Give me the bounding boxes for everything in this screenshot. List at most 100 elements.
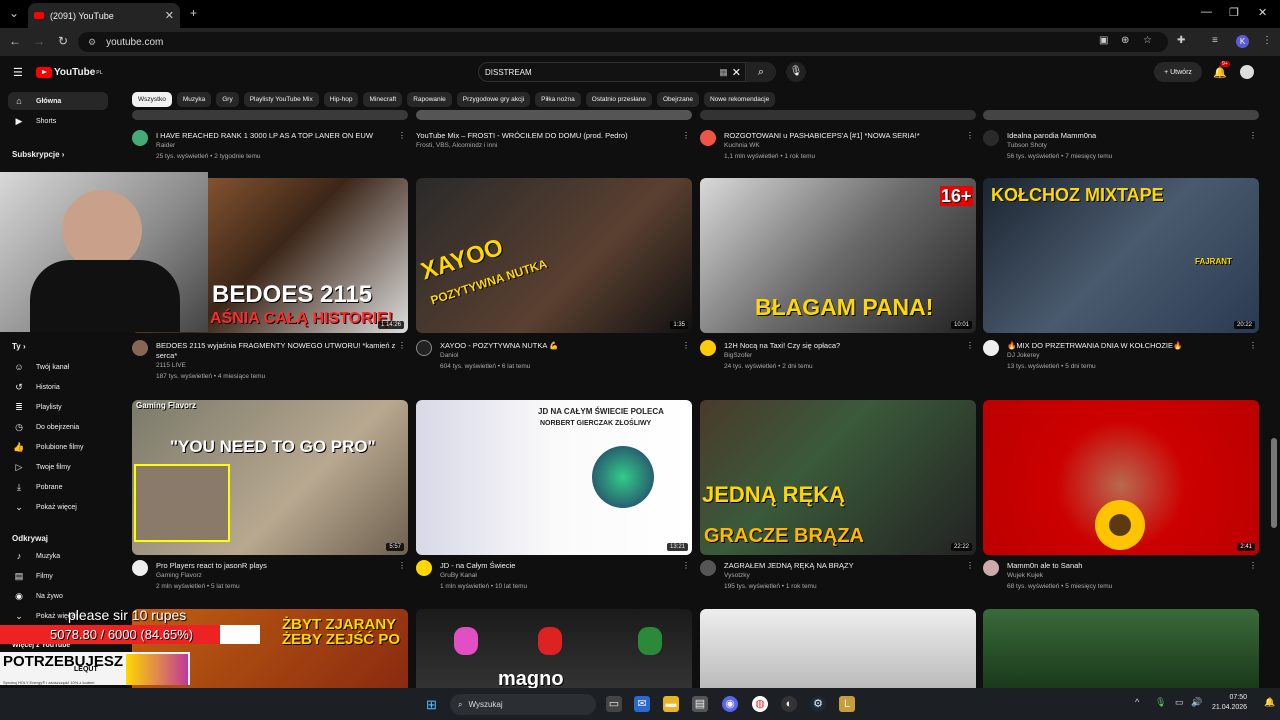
video-title[interactable]: Idealna parodia Mamm0na [1007, 131, 1247, 141]
more-actions-icon[interactable]: ⋮ [682, 561, 690, 570]
search-input[interactable]: DISSTREAM ▦ ✕ [478, 62, 746, 82]
zoom-icon[interactable]: ⊕ [1121, 35, 1129, 46]
video-title[interactable]: YouTube Mix – FROSTI - WRÓCIŁEM DO DOMU … [416, 131, 656, 141]
microphone-tray-icon[interactable]: 🎙 [1155, 697, 1166, 708]
store-icon[interactable]: ▤ [692, 696, 708, 712]
keyboard-icon[interactable]: ▦ [719, 67, 728, 78]
create-button[interactable]: + Utwórz [1154, 62, 1202, 82]
chip[interactable]: Muzyka [176, 92, 212, 107]
channel-name[interactable]: Gaming Flavorz [156, 572, 202, 579]
more-actions-icon[interactable]: ⋮ [1249, 341, 1257, 350]
tray-chevron-icon[interactable]: ^ [1135, 697, 1139, 707]
discord-icon[interactable]: ◉ [722, 696, 738, 712]
close-window-icon[interactable]: ✕ [1258, 6, 1267, 19]
chip[interactable]: Hip-hop [323, 92, 359, 107]
video-thumbnail[interactable]: JEDNĄ RĘKĄ GRACZE BRĄZA 22:22 [700, 400, 976, 555]
voice-search-button[interactable]: 🎙 [786, 62, 806, 82]
task-view-icon[interactable]: ▭ [606, 696, 622, 712]
video-card[interactable] [983, 609, 1259, 688]
channel-avatar[interactable] [700, 340, 716, 356]
chip[interactable]: Przygodowe gry akcji [456, 92, 531, 107]
video-thumbnail[interactable] [983, 110, 1259, 120]
chip[interactable]: Minecraft [363, 92, 403, 107]
minimize-icon[interactable]: — [1201, 6, 1212, 18]
more-actions-icon[interactable]: ⋮ [1249, 131, 1257, 140]
menu-icon[interactable]: ☰ [13, 66, 23, 79]
video-thumbnail[interactable]: 2:41 [983, 400, 1259, 555]
video-card[interactable] [700, 609, 976, 688]
you-heading[interactable]: Ty › [12, 342, 26, 351]
sidebar-item-home[interactable]: ⌂ Główna [8, 92, 108, 110]
channel-avatar[interactable] [132, 340, 148, 356]
video-card[interactable]: KOŁCHOZ MIXTAPE FAJRANT 20:22 🔥MIX DO PR… [983, 178, 1259, 388]
league-client-icon[interactable]: L [839, 696, 855, 712]
sidebar-item-live[interactable]: ◉ Na żywo [8, 587, 108, 605]
video-title[interactable]: Mamm0n ale to Sanah [1007, 561, 1247, 571]
chip[interactable]: Rapowanie [407, 92, 452, 107]
chip[interactable]: Ostatnio przesłane [585, 92, 652, 107]
channel-name[interactable]: Raider [156, 142, 175, 149]
chrome-icon[interactable]: ◍ [752, 696, 768, 712]
channel-name[interactable]: Frosti, VBS, Alcomindz i inni [416, 142, 497, 149]
more-actions-icon[interactable]: ⋮ [966, 131, 974, 140]
channel-name[interactable]: GruBy Kanał [440, 572, 477, 579]
video-thumbnail[interactable] [132, 110, 408, 120]
channel-avatar[interactable] [700, 130, 716, 146]
tab-search-icon[interactable]: ⌄ [9, 6, 19, 20]
chip[interactable]: Obejrzane [656, 92, 699, 107]
video-card[interactable]: ROZGOTOWANI u PASHABICEPS'A [#1] *NOWA S… [700, 110, 976, 165]
video-thumbnail[interactable] [700, 110, 976, 120]
video-title[interactable]: 🔥MIX DO PRZETRWANIA DNIA W KOŁCHOZIE🔥 [1007, 341, 1247, 351]
chip[interactable]: Gry [216, 92, 239, 107]
bookmark-star-icon[interactable]: ☆ [1143, 35, 1152, 46]
video-card[interactable]: Idealna parodia Mamm0na Tubson Shoty 56 … [983, 110, 1259, 165]
video-title[interactable]: Pro Players react to jasonR plays [156, 561, 396, 571]
sidebar-item-history[interactable]: ↺ Historia [8, 378, 108, 396]
sidebar-item-liked[interactable]: 👍 Polubione filmy [8, 438, 108, 456]
video-card[interactable]: XAYOO POZYTYWNA NUTKA 1:35 XAYOO - POZYT… [416, 178, 692, 388]
new-tab-icon[interactable]: + [190, 6, 197, 20]
sidebar-item-playlists[interactable]: ≣ Playlisty [8, 398, 108, 416]
sidebar-item-shorts[interactable]: ▶ Shorts [8, 112, 108, 130]
video-card[interactable]: magno [416, 609, 692, 688]
chip-all[interactable]: Wszystko [132, 92, 172, 107]
app-icon[interactable]: ◐ [781, 696, 797, 712]
more-actions-icon[interactable]: ⋮ [398, 341, 406, 350]
reading-list-icon[interactable]: ≡ [1212, 35, 1218, 46]
channel-name[interactable]: BigSzofer [724, 352, 752, 359]
channel-name[interactable]: Daniol [440, 352, 458, 359]
video-thumbnail[interactable] [416, 110, 692, 120]
sidebar-item-music[interactable]: ♪ Muzyka [8, 547, 108, 565]
search-button[interactable]: ⌕ [746, 62, 776, 82]
windows-start-icon[interactable]: ⊞ [426, 697, 437, 713]
close-tab-icon[interactable]: ✕ [165, 9, 174, 22]
chip[interactable]: Piłka nożna [535, 92, 581, 107]
clear-search-icon[interactable]: ✕ [732, 66, 741, 79]
profile-avatar[interactable]: K [1236, 35, 1249, 48]
more-actions-icon[interactable]: ⋮ [1249, 561, 1257, 570]
video-thumbnail[interactable]: JD NA CAŁYM ŚWIECIE POLECA NORBERT GIERC… [416, 400, 692, 555]
channel-avatar[interactable] [416, 340, 432, 356]
video-title[interactable]: BEDOES 2115 wyjaśnia FRAGMENTY NOWEGO UT… [156, 341, 396, 361]
volume-icon[interactable]: 🔊 [1191, 697, 1202, 708]
sidebar-item-watch-later[interactable]: ◷ Do obejrzenia [8, 418, 108, 436]
channel-name[interactable]: Wujek Kujek [1007, 572, 1043, 579]
browser-tab[interactable]: (2091) YouTube ✕ [28, 3, 180, 28]
video-title[interactable]: I HAVE REACHED RANK 1 3000 LP AS A TOP L… [156, 131, 396, 141]
channel-avatar[interactable] [132, 130, 148, 146]
channel-avatar[interactable] [983, 340, 999, 356]
reload-icon[interactable]: ↻ [58, 34, 68, 48]
sidebar-item-your-videos[interactable]: ▷ Twoje filmy [8, 458, 108, 476]
youtube-logo[interactable]: YouTube PL [36, 67, 103, 78]
more-actions-icon[interactable]: ⋮ [966, 561, 974, 570]
page-scrollbar[interactable] [1271, 438, 1277, 528]
video-card[interactable]: I HAVE REACHED RANK 1 3000 LP AS A TOP L… [132, 110, 408, 165]
more-actions-icon[interactable]: ⋮ [966, 341, 974, 350]
video-card[interactable]: YouTube Mix – FROSTI - WRÓCIŁEM DO DOMU … [416, 110, 692, 165]
notification-center-icon[interactable]: 🔔 [1264, 697, 1275, 708]
video-card[interactable]: BŁAGAM PANA! 16+ 10:01 12H Nocą na Taxi!… [700, 178, 976, 388]
sidebar-item-films[interactable]: ▤ Filmy [8, 567, 108, 585]
site-info-icon[interactable]: ⚙ [88, 37, 96, 48]
video-card[interactable]: 2:41 Mamm0n ale to Sanah Wujek Kujek 68 … [983, 400, 1259, 600]
steam-icon[interactable]: ⚙ [810, 696, 826, 712]
